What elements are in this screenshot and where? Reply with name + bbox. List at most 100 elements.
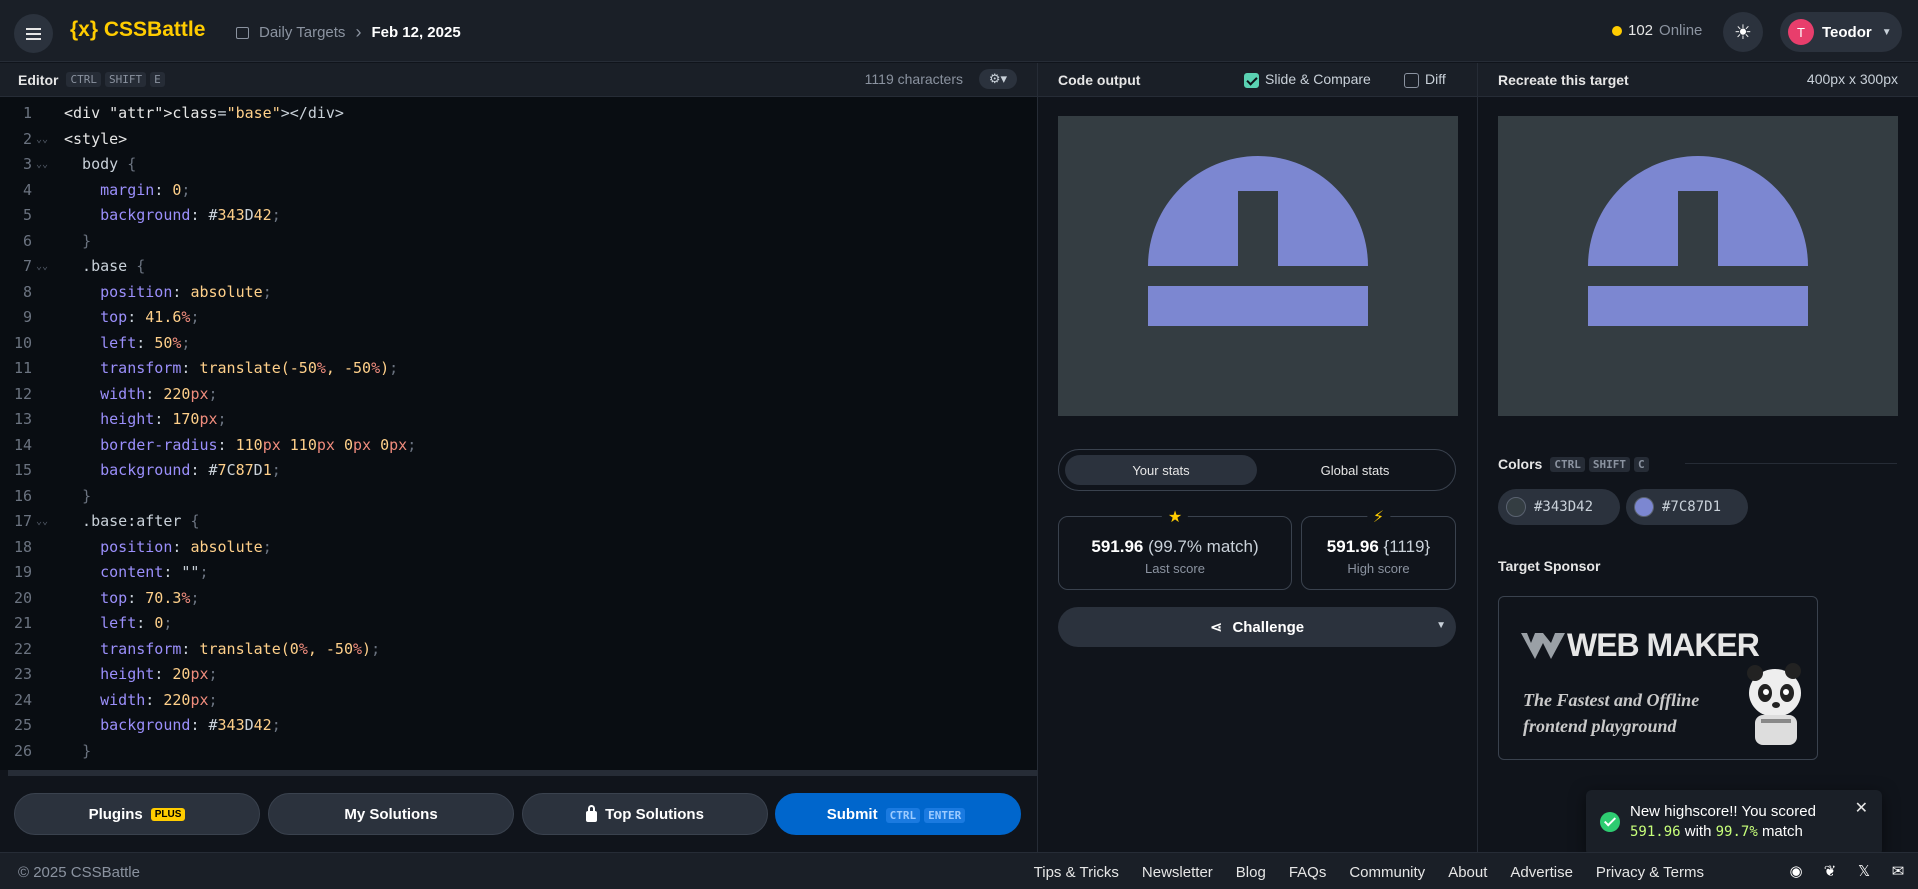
my-solutions-label: My Solutions [344, 805, 438, 823]
code-line[interactable]: 2 ⌄⌄ <style> [0, 127, 1037, 153]
mail-icon[interactable]: ✉ [1888, 862, 1908, 880]
code-line[interactable]: 11 transform: translate(-50%, -50%); [0, 356, 1037, 382]
code-line[interactable]: 1 <div "attr">class="base"></div> [0, 101, 1037, 127]
code-text: height: 20px; [100, 665, 218, 683]
code-text: body { [64, 155, 137, 173]
logo-text: {x} CSSBattle [70, 18, 206, 41]
bluesky-icon[interactable]: ❦ [1820, 862, 1840, 880]
line-number: 22 [13, 639, 32, 658]
code-line[interactable]: 4 margin: 0; [0, 178, 1037, 204]
code-line[interactable]: 21 left: 0; [0, 611, 1037, 637]
code-line[interactable]: 10 left: 50%; [0, 331, 1037, 357]
panel-divider[interactable] [1037, 63, 1038, 852]
footer-link-community[interactable]: Community [1349, 864, 1425, 881]
theme-toggle-button[interactable]: ☀ [1723, 12, 1763, 52]
output-header: Code output Slide & Compare Diff [1038, 63, 1477, 97]
line-number: 13 [13, 410, 32, 428]
fold-chevron-icon[interactable]: ⌄⌄ [36, 152, 48, 178]
code-line[interactable]: 9 top: 41.6%; [0, 305, 1037, 331]
line-number: 23 [13, 665, 32, 683]
calendar-icon [236, 26, 249, 39]
footer-link-tips[interactable]: Tips & Tricks [1034, 864, 1119, 881]
footer-link-advertise[interactable]: Advertise [1510, 864, 1573, 881]
shortcut-key: SHIFT [1588, 457, 1630, 472]
footer-link-about[interactable]: About [1448, 864, 1487, 881]
close-icon[interactable]: ✕ [1855, 798, 1868, 818]
code-line[interactable]: 22 transform: translate(0%, -50%); [0, 637, 1037, 663]
fold-chevron-icon[interactable]: ⌄⌄ [36, 254, 48, 280]
code-text: content: ""; [100, 563, 209, 581]
code-line[interactable]: 17 ⌄⌄ .base:after { [0, 509, 1037, 535]
target-slot-shape [1678, 191, 1718, 266]
code-line[interactable]: 26 } [0, 739, 1037, 765]
footer-link-faqs[interactable]: FAQs [1289, 864, 1327, 881]
top-solutions-button[interactable]: Top Solutions [522, 793, 768, 835]
shortcut-key: E [150, 72, 165, 87]
code-line[interactable]: 18 position: absolute; [0, 535, 1037, 561]
checkbox-checked-icon [1244, 72, 1259, 88]
shortcut-key: SHIFT [104, 72, 147, 87]
plugins-button[interactable]: Plugins PLUS [14, 793, 260, 835]
code-line[interactable]: 7 ⌄⌄ .base { [0, 254, 1037, 280]
fold-chevron-icon[interactable]: ⌄⌄ [36, 509, 48, 535]
submit-button[interactable]: Submit CTRL ENTER [775, 793, 1021, 835]
line-number: 26 [13, 741, 32, 760]
line-number: 24 [13, 690, 32, 709]
line-number: 17 [13, 512, 32, 530]
code-text: position: absolute; [100, 537, 272, 556]
code-line[interactable]: 3 ⌄⌄ body { [0, 152, 1037, 178]
shortcut-key: CTRL [1550, 457, 1585, 472]
footer-link-privacy[interactable]: Privacy & Terms [1596, 864, 1704, 881]
tab-your-stats[interactable]: Your stats [1065, 455, 1257, 485]
lightning-icon: ⚡ [1366, 507, 1391, 527]
code-line[interactable]: 8 position: absolute; [0, 280, 1037, 306]
color-swatch[interactable]: #7C87D1 [1626, 489, 1748, 525]
sponsor-tagline: The Fastest and Offline frontend playgro… [1523, 690, 1700, 736]
caret-down-icon[interactable]: ▼ [1436, 620, 1446, 631]
footer-link-newsletter[interactable]: Newsletter [1142, 864, 1213, 881]
code-line[interactable]: 14 border-radius: 110px 110px 0px 0px; [0, 433, 1037, 459]
code-line[interactable]: 13 height: 170px; [0, 407, 1037, 433]
code-line[interactable]: 15 background: #7C87D1; [0, 458, 1037, 484]
diff-toggle[interactable]: Diff [1404, 71, 1446, 88]
footer-link-blog[interactable]: Blog [1236, 864, 1266, 881]
high-score-card: ⚡ 591.96 {1119} High score [1301, 507, 1456, 590]
challenge-button[interactable]: ⋖ Challenge ▼ [1058, 607, 1456, 647]
shortcut-key: C [1633, 457, 1649, 472]
color-swatch[interactable]: #343D42 [1498, 489, 1620, 525]
code-line[interactable]: 16 } [0, 484, 1037, 510]
code-text: background: #7C87D1; [100, 461, 281, 479]
menu-button[interactable] [14, 14, 53, 53]
breadcrumb-section[interactable]: Daily Targets [259, 24, 345, 41]
code-text: .base:after { [64, 512, 200, 530]
code-line[interactable]: 25 background: #343D42; [0, 713, 1037, 739]
code-line[interactable]: 5 background: #343D42; [0, 203, 1037, 229]
target-header: Recreate this target 400px x 300px [1478, 63, 1918, 97]
my-solutions-button[interactable]: My Solutions [268, 793, 514, 835]
editor-header: Editor CTRL SHIFT E 1119 characters ⚙▾ [0, 63, 1037, 97]
code-output-preview[interactable] [1058, 116, 1458, 416]
code-line[interactable]: 19 content: ""; [0, 560, 1037, 586]
user-menu-button[interactable]: T Teodor ▼ [1780, 12, 1902, 52]
sponsor-banner[interactable]: WEB MAKER The Fastest and Offline fronte… [1498, 596, 1818, 760]
line-number: 2 [22, 129, 32, 148]
code-line[interactable]: 20 top: 70.3%; [0, 586, 1037, 612]
slide-compare-toggle[interactable]: Slide & Compare [1244, 71, 1371, 88]
code-line[interactable]: 6 } [0, 229, 1037, 255]
editor-actions: Plugins PLUS My Solutions Top Solutions … [0, 776, 1037, 852]
discord-icon[interactable]: ◉ [1786, 862, 1806, 880]
code-line[interactable]: 23 height: 20px; [0, 662, 1037, 688]
tab-global-stats[interactable]: Global stats [1259, 455, 1451, 485]
logo[interactable]: {x} CSSBattle [70, 18, 205, 42]
x-icon[interactable]: 𝕏 [1854, 862, 1874, 880]
shortcut-key: CTRL [885, 807, 921, 823]
code-line[interactable]: 12 width: 220px; [0, 382, 1037, 408]
code-editor[interactable]: 1 <div "attr">class="base"></div> 2 ⌄⌄ <styl… [0, 97, 1037, 770]
editor-settings-button[interactable]: ⚙▾ [979, 69, 1017, 89]
code-line[interactable]: 24 width: 220px; [0, 688, 1037, 714]
fold-chevron-icon[interactable]: ⌄⌄ [36, 127, 48, 153]
online-dot-icon [1612, 25, 1622, 36]
code-text: transform: translate(0%, -50%); [100, 639, 381, 658]
panel-divider[interactable] [1477, 63, 1478, 852]
line-number: 25 [13, 716, 32, 734]
